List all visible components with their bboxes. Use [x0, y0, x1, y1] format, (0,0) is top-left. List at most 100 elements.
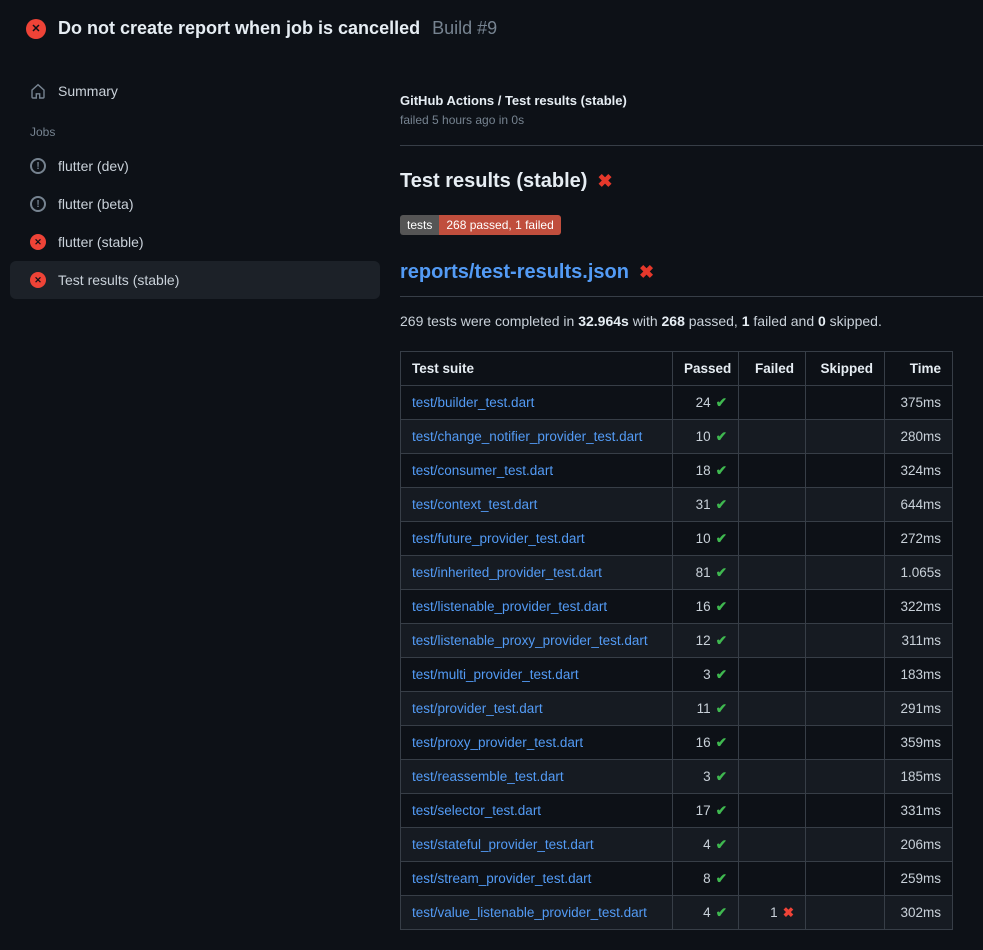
test-summary-sentence: 269 tests were completed in 32.964s with…: [400, 313, 983, 329]
sidebar-job-test-results-stable[interactable]: ✕Test results (stable): [10, 261, 380, 299]
main-content: GitHub Actions / Test results (stable) f…: [380, 49, 983, 930]
test-suite-link[interactable]: test/future_provider_test.dart: [412, 531, 585, 546]
test-suite-link[interactable]: test/inherited_provider_test.dart: [412, 565, 602, 580]
failed-cell: [739, 556, 806, 590]
failed-cell: [739, 454, 806, 488]
skipped-cell: [806, 828, 885, 862]
test-suite-link[interactable]: test/selector_test.dart: [412, 803, 541, 818]
build-failed-icon: ✕: [26, 19, 46, 39]
build-number: Build #9: [432, 18, 497, 39]
table-row: test/reassemble_test.dart 3✔ 185ms: [401, 760, 953, 794]
table-row: test/future_provider_test.dart10✔272ms: [401, 522, 953, 556]
test-suite-link[interactable]: test/builder_test.dart: [412, 395, 534, 410]
job-failed-icon: ✕: [30, 272, 46, 288]
check-icon: ✔: [716, 599, 727, 614]
test-suite-link[interactable]: test/consumer_test.dart: [412, 463, 553, 478]
suite-cell: test/consumer_test.dart: [401, 454, 673, 488]
summary-text: with: [629, 313, 662, 329]
table-row: test/inherited_provider_test.dart81✔1.06…: [401, 556, 953, 590]
passed-cell-count: 8: [703, 871, 711, 886]
time-cell: 183ms: [885, 658, 953, 692]
summary-text: passed,: [685, 313, 742, 329]
test-suite-link[interactable]: test/listenable_proxy_provider_test.dart: [412, 633, 648, 648]
test-suite-link[interactable]: test/context_test.dart: [412, 497, 537, 512]
passed-cell: 10✔: [673, 420, 739, 454]
table-row: test/stream_provider_test.dart8✔259ms: [401, 862, 953, 896]
table-row: test/listenable_proxy_provider_test.dart…: [401, 624, 953, 658]
skipped-cell: [806, 726, 885, 760]
table-row: test/provider_test.dart11✔291ms: [401, 692, 953, 726]
breadcrumb: GitHub Actions / Test results (stable): [400, 93, 983, 108]
divider: [400, 145, 983, 146]
failed-cell: [739, 420, 806, 454]
column-header-skipped: Skipped: [806, 352, 885, 386]
failed-cell-count: 1: [770, 905, 778, 920]
jobs-section-label: Jobs: [30, 125, 380, 139]
table-header-row: Test suitePassedFailedSkippedTime: [401, 352, 953, 386]
time-cell: 302ms: [885, 896, 953, 930]
check-icon: ✔: [716, 633, 727, 648]
page-title: Do not create report when job is cancell…: [58, 18, 420, 39]
job-neutral-icon: !: [30, 158, 46, 174]
sidebar-item-summary[interactable]: Summary: [10, 73, 380, 109]
column-header-passed: Passed: [673, 352, 739, 386]
failed-cell: [739, 760, 806, 794]
passed-cell-count: 4: [703, 905, 711, 920]
sidebar: Summary Jobs !flutter (dev)!flutter (bet…: [0, 49, 380, 299]
test-suite-link[interactable]: test/value_listenable_provider_test.dart: [412, 905, 647, 920]
test-suite-link[interactable]: test/reassemble_test.dart: [412, 769, 564, 784]
sidebar-job-flutter-dev[interactable]: !flutter (dev): [10, 147, 380, 185]
check-icon: ✔: [716, 871, 727, 886]
test-suite-link[interactable]: test/listenable_provider_test.dart: [412, 599, 607, 614]
skipped-cell: [806, 624, 885, 658]
suite-cell: test/provider_test.dart: [401, 692, 673, 726]
failed-x-icon: ✖: [597, 171, 612, 192]
skipped-cell: [806, 692, 885, 726]
passed-cell-count: 3: [703, 667, 711, 682]
test-suite-link[interactable]: test/stream_provider_test.dart: [412, 871, 591, 886]
skipped-cell: [806, 658, 885, 692]
suite-cell: test/stream_provider_test.dart: [401, 862, 673, 896]
passed-cell: 16✔: [673, 726, 739, 760]
passed-cell: 17✔: [673, 794, 739, 828]
column-header-test-suite: Test suite: [401, 352, 673, 386]
test-suite-link[interactable]: test/multi_provider_test.dart: [412, 667, 579, 682]
section-heading: Test results (stable) ✖: [400, 170, 983, 193]
suite-cell: test/builder_test.dart: [401, 386, 673, 420]
check-icon: ✔: [716, 803, 727, 818]
test-suite-link[interactable]: test/change_notifier_provider_test.dart: [412, 429, 642, 444]
passed-cell: 3✔: [673, 760, 739, 794]
tests-badge: tests 268 passed, 1 failed: [400, 215, 561, 235]
time-cell: 206ms: [885, 828, 953, 862]
table-row: test/context_test.dart31✔644ms: [401, 488, 953, 522]
passed-cell: 12✔: [673, 624, 739, 658]
time-cell: 322ms: [885, 590, 953, 624]
passed-cell-count: 3: [703, 769, 711, 784]
sidebar-job-flutter-beta[interactable]: !flutter (beta): [10, 185, 380, 223]
failed-cell: [739, 658, 806, 692]
time-cell: 185ms: [885, 760, 953, 794]
time-cell: 359ms: [885, 726, 953, 760]
check-icon: ✔: [716, 531, 727, 546]
test-suite-link[interactable]: test/provider_test.dart: [412, 701, 543, 716]
report-file-link[interactable]: reports/test-results.json: [400, 261, 629, 284]
failed-cell: [739, 386, 806, 420]
table-row: test/selector_test.dart17✔331ms: [401, 794, 953, 828]
skipped-cell: [806, 896, 885, 930]
summary-number: 268: [662, 313, 685, 329]
sidebar-job-flutter-stable[interactable]: ✕flutter (stable): [10, 223, 380, 261]
suite-cell: test/reassemble_test.dart: [401, 760, 673, 794]
summary-text: failed and: [750, 313, 819, 329]
summary-number: 32.964s: [578, 313, 629, 329]
test-suite-link[interactable]: test/stateful_provider_test.dart: [412, 837, 594, 852]
test-suite-link[interactable]: test/proxy_provider_test.dart: [412, 735, 583, 750]
passed-cell: 16✔: [673, 590, 739, 624]
table-body: test/builder_test.dart24✔375mstest/chang…: [401, 386, 953, 930]
table-row: test/consumer_test.dart18✔324ms: [401, 454, 953, 488]
failed-cell: [739, 624, 806, 658]
time-cell: 324ms: [885, 454, 953, 488]
job-label: flutter (beta): [58, 196, 133, 212]
suite-cell: test/context_test.dart: [401, 488, 673, 522]
check-icon: ✔: [716, 463, 727, 478]
summary-number: 0: [818, 313, 826, 329]
